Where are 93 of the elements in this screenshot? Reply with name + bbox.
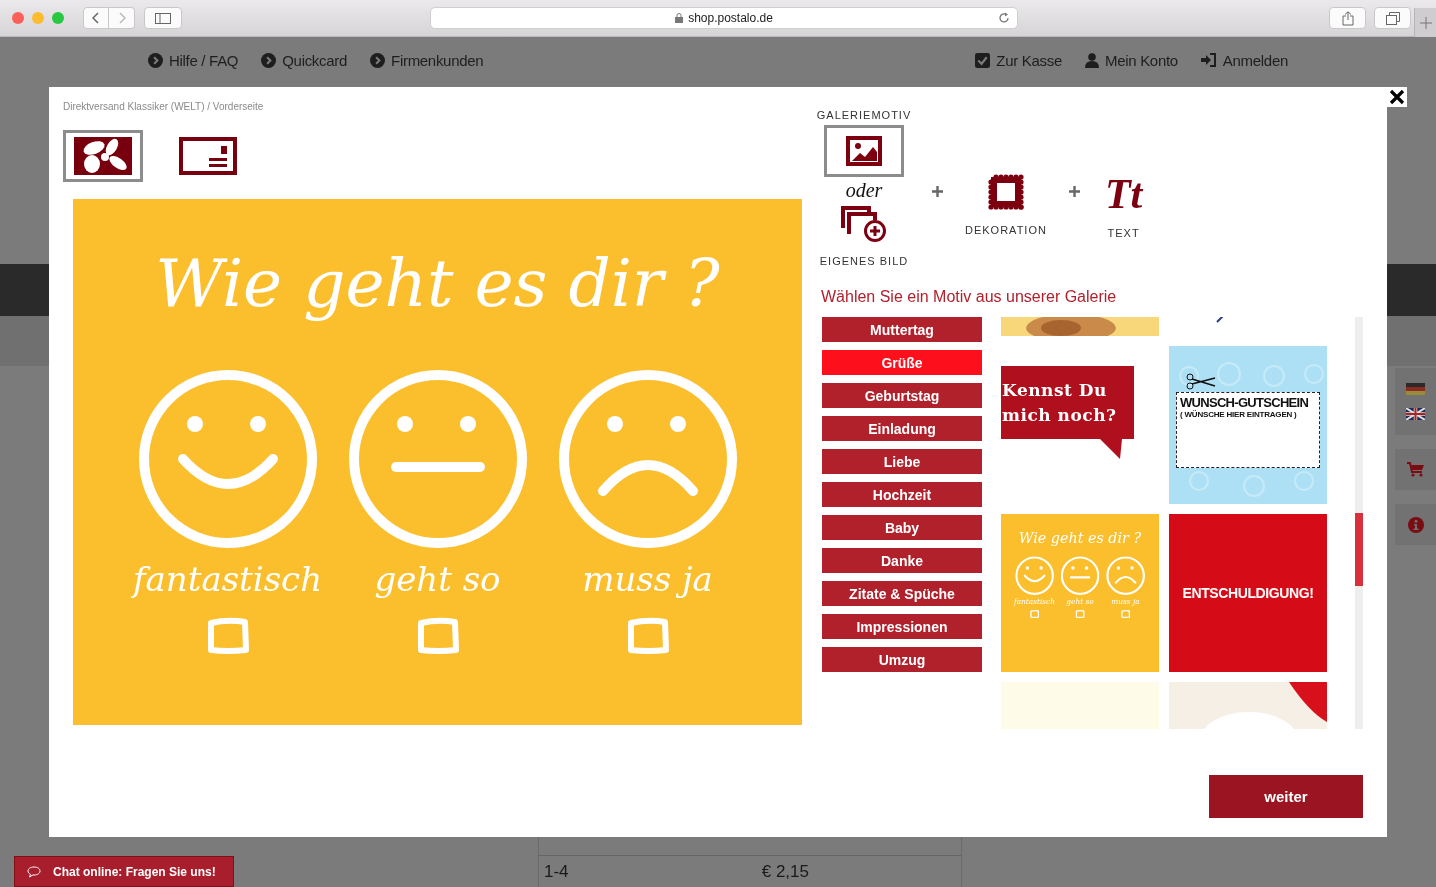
smiley-icon [1015,556,1054,596]
card-thumbnail[interactable]: WUNSCH-GUTSCHEIN ( WÜNSCHE HIER EINTRAGEN ) [1169,346,1327,504]
cart-icon [1407,462,1424,477]
checkbox-icon [625,617,670,655]
card-thumbnail[interactable]: ENTSCHULDIGUNG! [1169,514,1327,672]
nav-link[interactable]: Quickcard [261,51,348,69]
category-button[interactable]: Impressionen [822,614,982,639]
scrollbar-thumb[interactable] [1355,513,1363,586]
flower-icon [74,137,132,175]
category-button[interactable]: Danke [822,548,982,573]
voucher-subtitle: ( WÜNSCHE HIER EINTRAGEN ) [1180,410,1297,420]
smiley-icon [137,369,318,549]
category-button[interactable]: Umzug [822,647,982,672]
german-flag-icon[interactable] [1406,383,1425,395]
category-button[interactable]: Liebe [822,449,982,474]
plus-icon [1068,186,1080,197]
step-label: GALERIEMOTIV [816,109,912,122]
reload-icon[interactable] [998,12,1010,24]
back-button[interactable] [83,7,109,29]
sidebar-icon [155,12,171,24]
option-label: fantastisch [132,558,323,601]
sidebar-button[interactable] [144,7,182,29]
next-button[interactable]: weiter [1209,775,1363,818]
card-text: ENTSCHULDIGUNG! [1182,585,1314,601]
nav-link[interactable]: Anmelden [1200,51,1288,69]
tabs-button[interactable] [1374,7,1411,29]
or-label: oder [845,179,883,201]
card-text: Kennst Du [1002,378,1108,402]
gallery-motif-button[interactable] [824,125,904,177]
scrollbar[interactable] [1355,317,1363,729]
sign-in-icon [1200,53,1217,67]
category-button[interactable]: Hochzeit [822,482,982,507]
checkbox-icon [205,617,250,655]
card-title: Wie geht es dir ? [1018,528,1142,548]
forward-icon [117,12,126,24]
postcard-icon [179,137,237,175]
add-image-icon [841,206,887,242]
tabs-icon [1385,11,1400,25]
plus-icon [932,186,943,197]
option-label: geht so [374,558,501,601]
voucher-title: WUNSCH-GUTSCHEIN [1180,395,1309,410]
chat-button[interactable]: Chat online: Fragen Sie uns! [14,856,234,887]
table-cell-text: € 2,15 [760,861,810,882]
address-field[interactable]: shop.postalo.de [430,7,1018,29]
speech-bubble-icon [27,865,41,878]
back-icon [92,12,100,24]
smiley-icon [1106,556,1145,596]
user-icon [1084,52,1099,68]
step-label: EIGENES BILD [819,255,909,268]
table-cell-text: 1-4 [543,861,570,882]
category-button[interactable]: Grüße [822,350,982,375]
checkbox-icon [415,617,460,655]
smiley-icon [557,369,738,549]
front-view-button[interactable] [63,130,143,182]
category-button[interactable]: Baby [822,515,982,540]
frame-icon [987,174,1024,210]
image-icon [846,136,882,166]
option-label: muss ja [582,558,713,601]
checkbox-icon [1120,609,1131,619]
breadcrumb: Direktversand Klassiker (WELT) / Vorderseite [63,101,265,113]
plus-icon [1419,16,1432,29]
chevron-circle-icon [261,52,277,68]
uk-flag-icon[interactable] [1406,408,1425,420]
close-button[interactable] [1387,87,1407,107]
smiley-icon [347,369,528,549]
share-icon [1341,10,1354,26]
category-button[interactable]: Geburtstag [822,383,982,408]
info-panel[interactable] [1395,504,1436,545]
close-icon [1389,89,1405,105]
cart-panel[interactable] [1395,449,1436,490]
category-button[interactable]: Muttertag [822,317,982,342]
scissors-icon [1185,373,1217,391]
lock-icon [675,13,684,23]
info-icon [1407,516,1424,533]
chevron-circle-icon [148,52,163,68]
step-label: TEXT [1107,227,1140,240]
step-label: DEKORATION [965,224,1047,237]
category-button[interactable]: Einladung [822,416,982,441]
card-title: Wie geht es dir ? [155,244,720,324]
nav-link[interactable]: Zur Kasse [975,51,1062,69]
checkbox-icon [1075,609,1085,619]
smiley-icon [1060,556,1100,596]
checkbox-icon [975,52,991,68]
checkbox-icon [1029,609,1040,619]
nav-link[interactable]: Firmenkunden [370,51,484,69]
category-button[interactable]: Zitate & Spüche [822,581,982,606]
card-text: mich noch? [1002,403,1118,427]
chevron-circle-icon [370,52,386,68]
nav-link[interactable]: Hilfe / FAQ [148,51,239,69]
url-text: shop.postalo.de [688,11,773,25]
gallery-heading: Wählen Sie ein Motiv aus unserer Galerie [821,287,1118,307]
nav-link[interactable]: Mein Konto [1084,51,1178,69]
close-window-button[interactable] [12,12,24,24]
